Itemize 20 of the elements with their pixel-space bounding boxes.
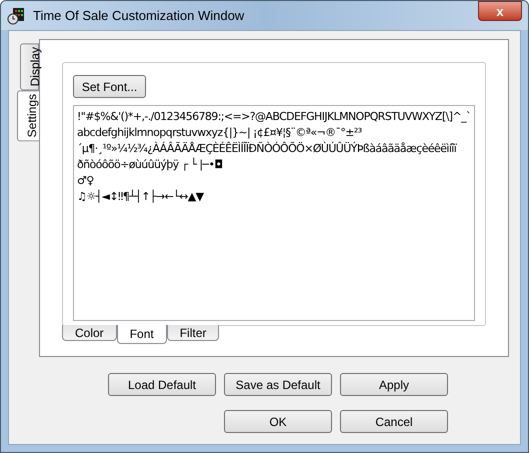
side-tab[interactable]: Settings — [17, 90, 39, 142]
dialog-button[interactable]: Save as Default — [224, 373, 332, 396]
bottom-tab[interactable]: Font — [116, 325, 167, 344]
dialog-button[interactable]: OK — [224, 410, 332, 433]
preview-line: ♂♀ — [77, 173, 95, 189]
preview-line: ♫☼┤◄↕‼¶┴┤↑├→←└↔▲▼ — [77, 189, 205, 205]
preview-line: ´µ¶·¸¹º»¼½¾¿ÀÁÂÃÄÅÆÇÈÉÊËÌÍÎÏÐÑÒÓÔÕÖ×ØÙÚÛÜÝÞßàáâãäåæçèéêëìíîï — [77, 141, 458, 157]
preview-line: ðñòóôõö÷øùúûüýþÿ ┌ └ |─•◘ — [77, 157, 224, 173]
preview-line: !"#$%&'()*+,-./0123456789:;<=>?@ABCDEFGHIJKLMNOPQRSTUVWXYZ[\]^_` — [77, 109, 471, 125]
dialog-button[interactable]: Apply — [340, 373, 448, 396]
window-title: Time Of Sale Customization Window — [33, 6, 244, 25]
set-font-button[interactable]: Set Font... — [73, 75, 146, 98]
dialog-button[interactable]: Cancel — [340, 410, 448, 433]
bottom-tab[interactable]: Filter — [166, 325, 220, 341]
preview-line: abcdefghijklmnopqrstuvwxyz{|}~| ¡¢£¤¥¦§¨©ª«¬®¯°±²³ — [77, 125, 363, 141]
close-button[interactable]: x — [478, 1, 522, 21]
clock-grid-icon — [7, 6, 25, 24]
side-tab[interactable]: Display — [20, 43, 39, 90]
bottom-tab[interactable]: Color — [62, 325, 117, 341]
dialog-button[interactable]: Load Default — [108, 373, 216, 396]
